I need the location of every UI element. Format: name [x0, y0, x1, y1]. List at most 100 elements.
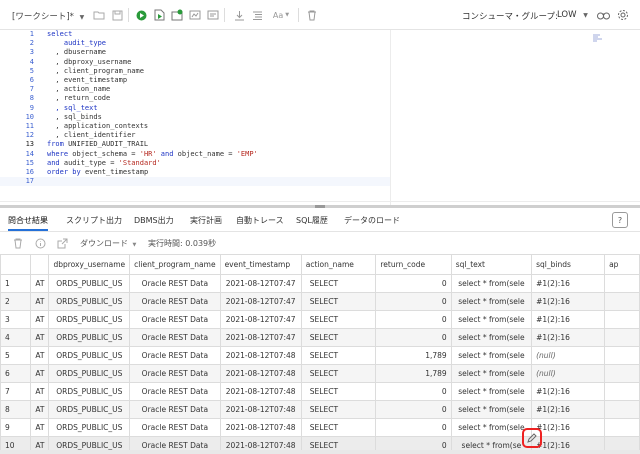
table-cell[interactable]: SELECT — [300, 364, 377, 383]
trash-icon[interactable] — [305, 8, 319, 22]
table-cell[interactable] — [604, 382, 640, 401]
table-cell[interactable]: Oracle REST Data — [129, 274, 221, 293]
save-icon[interactable] — [110, 8, 124, 22]
table-row[interactable]: 3 AT ORDS_PUBLIC_US Oracle REST Data 2021-08… — [0, 310, 640, 329]
table-cell[interactable] — [604, 292, 640, 311]
table-cell[interactable] — [604, 310, 640, 329]
table-cell[interactable]: 3 — [0, 310, 32, 329]
table-cell[interactable]: ORDS_PUBLIC_US — [48, 364, 131, 383]
table-cell[interactable]: ORDS_PUBLIC_US — [48, 292, 131, 311]
table-cell[interactable]: SELECT — [300, 418, 377, 437]
tab-7[interactable]: データのロード — [344, 215, 400, 226]
table-cell[interactable]: ORDS_PUBLIC_US — [48, 400, 131, 419]
column-header[interactable]: ap — [604, 254, 640, 275]
table-cell[interactable]: select * from(sele — [450, 418, 533, 437]
table-cell[interactable]: #1(2):16 — [531, 418, 606, 437]
table-cell[interactable]: AT — [30, 328, 50, 347]
column-header[interactable]: event_timestamp — [219, 254, 302, 275]
download-dropdown[interactable]: ダウンロード ▼ — [80, 238, 136, 249]
table-cell[interactable] — [604, 400, 640, 419]
tab-5[interactable]: 自動トレース — [236, 215, 284, 226]
table-cell[interactable]: 2021-08-12T07:47 — [219, 292, 302, 311]
table-row[interactable]: 6 AT ORDS_PUBLIC_US Oracle REST Data 2021-08… — [0, 364, 640, 383]
table-cell[interactable] — [604, 346, 640, 365]
column-header[interactable]: return_code — [375, 254, 452, 275]
code-line[interactable]: from UNIFIED_AUDIT_TRAIL — [47, 140, 148, 149]
table-row[interactable]: 2 AT ORDS_PUBLIC_US Oracle REST Data 2021-08… — [0, 292, 640, 311]
open-external-icon[interactable] — [56, 237, 68, 249]
code-line[interactable]: , client_identifier — [47, 131, 135, 140]
table-cell[interactable]: Oracle REST Data — [129, 364, 221, 383]
table-cell[interactable] — [604, 274, 640, 293]
table-row[interactable]: 4 AT ORDS_PUBLIC_US Oracle REST Data 2021-08… — [0, 328, 640, 347]
code-line[interactable]: order by event_timestamp — [47, 168, 148, 177]
table-row[interactable]: 9 AT ORDS_PUBLIC_US Oracle REST Data 2021-08… — [0, 418, 640, 437]
table-cell[interactable]: 5 — [0, 346, 32, 365]
table-cell[interactable]: 7 — [0, 382, 32, 401]
binoculars-icon[interactable] — [596, 8, 610, 22]
table-cell[interactable]: 0 — [375, 418, 452, 437]
table-cell[interactable]: Oracle REST Data — [129, 400, 221, 419]
code-line[interactable]: , sql_text — [47, 104, 97, 113]
code-line[interactable]: , sql_binds — [47, 113, 101, 122]
table-cell[interactable]: AT — [30, 364, 50, 383]
table-cell[interactable]: ORDS_PUBLIC_US — [48, 310, 131, 329]
column-header[interactable]: sql_binds — [531, 254, 606, 275]
table-cell[interactable]: 0 — [375, 274, 452, 293]
table-cell[interactable]: Oracle REST Data — [129, 418, 221, 437]
table-cell[interactable]: 4 — [0, 328, 32, 347]
help-button[interactable]: ? — [612, 212, 628, 228]
info-icon[interactable] — [34, 237, 46, 249]
table-cell[interactable]: select * from(sele — [450, 328, 533, 347]
code-line[interactable]: , event_timestamp — [47, 76, 127, 85]
table-cell[interactable]: select * from(sele — [450, 310, 533, 329]
table-cell[interactable]: 0 — [375, 292, 452, 311]
column-header[interactable] — [0, 254, 32, 275]
autotrace-icon[interactable] — [188, 8, 202, 22]
tab-2[interactable]: スクリプト出力 — [66, 215, 122, 226]
table-cell[interactable]: select * from(sele — [450, 400, 533, 419]
code-line[interactable]: and audit_type = 'Standard' — [47, 159, 161, 168]
table-cell[interactable]: #1(2):16 — [531, 400, 606, 419]
table-cell[interactable]: 2 — [0, 292, 32, 311]
table-cell[interactable]: 1 — [0, 274, 32, 293]
edit-cell-button[interactable] — [522, 428, 542, 448]
table-cell[interactable]: 0 — [375, 382, 452, 401]
table-cell[interactable]: SELECT — [300, 310, 377, 329]
table-cell[interactable] — [604, 418, 640, 437]
table-cell[interactable]: ORDS_PUBLIC_US — [48, 328, 131, 347]
table-cell[interactable]: SELECT — [300, 346, 377, 365]
table-cell[interactable]: 2021-08-12T07:48 — [219, 418, 302, 437]
table-cell[interactable]: SELECT — [300, 400, 377, 419]
code-line[interactable]: , return_code — [47, 94, 110, 103]
explain-plan-icon[interactable] — [170, 8, 184, 22]
table-cell[interactable]: ORDS_PUBLIC_US — [48, 346, 131, 365]
table-cell[interactable]: 2021-08-12T07:47 — [219, 310, 302, 329]
run-script-icon[interactable] — [152, 8, 166, 22]
table-row[interactable]: 8 AT ORDS_PUBLIC_US Oracle REST Data 2021-08… — [0, 400, 640, 419]
table-cell[interactable]: AT — [30, 292, 50, 311]
table-cell[interactable]: AT — [30, 310, 50, 329]
table-cell[interactable]: Oracle REST Data — [129, 382, 221, 401]
table-cell[interactable]: 2021-08-12T07:48 — [219, 346, 302, 365]
table-cell[interactable]: #1(2):16 — [531, 328, 606, 347]
open-folder-icon[interactable] — [92, 8, 106, 22]
table-cell[interactable]: (null) — [531, 346, 606, 365]
table-cell[interactable]: Oracle REST Data — [129, 346, 221, 365]
table-cell[interactable]: ORDS_PUBLIC_US — [48, 382, 131, 401]
table-cell[interactable]: AT — [30, 346, 50, 365]
code-line[interactable]: , dbproxy_username — [47, 58, 131, 67]
table-cell[interactable]: 1,789 — [375, 364, 452, 383]
download-icon[interactable] — [232, 8, 246, 22]
table-cell[interactable]: SELECT — [300, 274, 377, 293]
table-cell[interactable]: SELECT — [300, 382, 377, 401]
table-cell[interactable]: 1,789 — [375, 346, 452, 365]
table-cell[interactable]: #1(2):16 — [531, 310, 606, 329]
table-cell[interactable]: AT — [30, 418, 50, 437]
table-cell[interactable]: AT — [30, 382, 50, 401]
table-cell[interactable]: ORDS_PUBLIC_US — [48, 418, 131, 437]
format-icon[interactable] — [250, 8, 264, 22]
tab-1[interactable]: 問合せ結果 — [8, 215, 48, 226]
table-cell[interactable]: 2021-08-12T07:48 — [219, 400, 302, 419]
table-cell[interactable]: 0 — [375, 400, 452, 419]
